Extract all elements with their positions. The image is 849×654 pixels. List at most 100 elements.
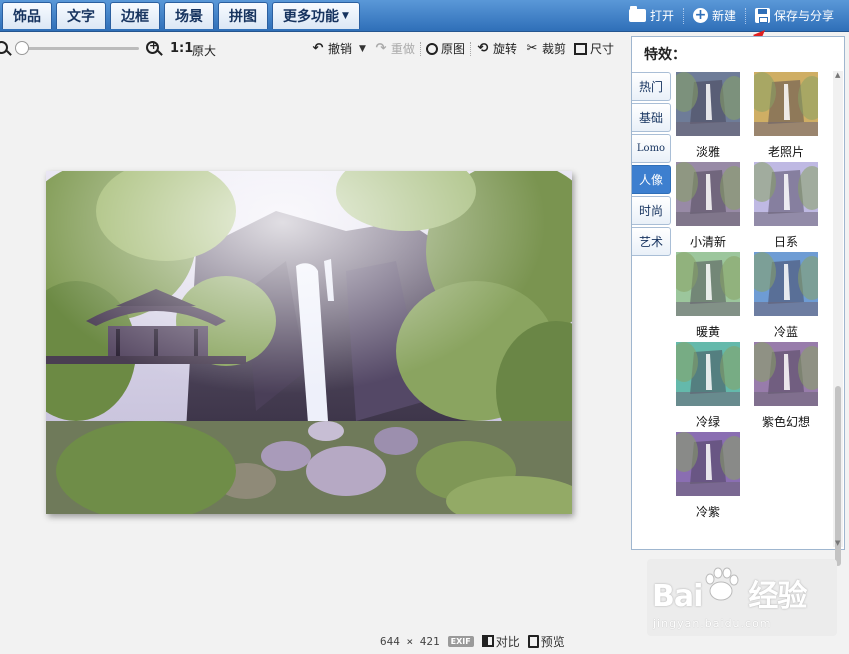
category-portrait[interactable]: 人像 — [632, 165, 671, 194]
tab-accessories[interactable]: 饰品 — [2, 2, 52, 29]
save-share-button[interactable]: 保存与分享 — [746, 7, 843, 24]
effect-thumbnail[interactable] — [754, 162, 818, 226]
effect-thumbnail[interactable] — [676, 72, 740, 136]
scroll-down-icon[interactable]: ▼ — [835, 539, 840, 547]
effect-label: 冷紫 — [695, 505, 720, 519]
edited-photo[interactable] — [46, 171, 572, 514]
main-tabs: 饰品 文字 边框 场景 拼图 更多功能 ▼ — [2, 2, 360, 29]
compare-icon — [481, 635, 494, 647]
redo-button[interactable]: ↷ 重做 — [370, 40, 419, 57]
effect-label: 日系 — [773, 235, 798, 249]
undo-button[interactable]: ↶ 撤销 ▼ — [307, 40, 370, 57]
effect-item[interactable]: 日系 — [751, 234, 821, 316]
effect-label: 冷蓝 — [773, 325, 798, 339]
category-hot[interactable]: 热门 — [632, 72, 671, 101]
category-art[interactable]: 艺术 — [632, 227, 671, 256]
effect-label: 冷绿 — [695, 415, 720, 429]
category-basic[interactable]: 基础 — [632, 103, 671, 132]
watermark-url: jingyan.baidu.com — [653, 617, 772, 630]
more-features-label: 更多功能 — [283, 9, 339, 25]
rotate-label: 旋转 — [492, 42, 517, 56]
effect-item[interactable]: 冷蓝 — [751, 324, 821, 406]
resize-button[interactable]: 尺寸 — [570, 40, 618, 57]
tab-text[interactable]: 文字 — [56, 2, 106, 29]
watermark-brand-a: Bai — [652, 579, 703, 614]
effect-item[interactable]: 小清新 — [673, 234, 743, 316]
effect-thumbnail[interactable] — [676, 162, 740, 226]
tab-more-features[interactable]: 更多功能 ▼ — [272, 2, 360, 29]
tab-collage[interactable]: 拼图 — [218, 2, 268, 29]
redo-label: 重做 — [390, 42, 415, 56]
zoom-in-icon[interactable] — [146, 39, 159, 54]
effect-thumbnail[interactable] — [754, 252, 818, 316]
save-icon — [754, 8, 770, 23]
crop-label: 裁剪 — [541, 42, 566, 56]
effect-item[interactable]: 冷绿 — [673, 414, 743, 496]
crop-button[interactable]: ✂ 裁剪 — [521, 40, 570, 57]
zoom-out-icon[interactable] — [0, 41, 8, 54]
effect-item[interactable]: 老照片 — [751, 144, 821, 226]
original-size-label[interactable]: 原大 — [192, 42, 216, 59]
effect-thumbnail[interactable] — [754, 72, 818, 136]
watermark-brand-b: 经验 — [748, 579, 807, 614]
waterfall-photo-image — [46, 171, 572, 514]
effects-list: 经典影楼蓝调淡雅 老照片小清新 日系暖黄 冷蓝冷绿 紫色幻想冷紫 — [673, 70, 833, 548]
preview-button[interactable]: 预览 — [527, 633, 565, 650]
compare-label: 对比 — [495, 634, 520, 649]
new-label: 新建 — [711, 9, 736, 23]
effect-item[interactable]: 冷紫 — [673, 504, 743, 520]
divider — [419, 41, 421, 56]
preview-label: 预览 — [540, 634, 565, 649]
image-width: 644 — [380, 634, 400, 648]
original-label: 原图 — [440, 42, 465, 56]
save-share-label: 保存与分享 — [773, 9, 834, 23]
file-actions: 打开 + 新建 保存与分享 — [620, 0, 843, 31]
effect-thumbnail[interactable] — [676, 252, 740, 316]
open-label: 打开 — [649, 9, 674, 23]
effect-label: 老照片 — [767, 145, 804, 159]
status-bar: 644 × 421 EXIF 对比 预览 — [380, 632, 565, 650]
undo-icon: ↶ — [312, 41, 324, 56]
top-nav-bar: 饰品 文字 边框 场景 拼图 更多功能 ▼ 打开 + 新建 保存与分享 — [0, 0, 849, 32]
effect-label: 淡雅 — [695, 145, 720, 159]
effect-item[interactable]: 暖黄 — [673, 324, 743, 406]
effects-panel: 特效： 热门 基础 Lomo 人像 时尚 艺术 经典影楼蓝调淡雅 老照片小清新 日系… — [631, 36, 845, 566]
category-fashion[interactable]: 时尚 — [632, 196, 671, 225]
exif-button[interactable]: EXIF — [447, 635, 474, 647]
edit-tools: ↶ 撤销 ▼ ↷ 重做 原图 ⟲ 旋转 ✂ 裁剪 尺寸 — [307, 40, 618, 57]
category-lomo[interactable]: Lomo — [632, 134, 671, 163]
effect-label: 紫色幻想 — [761, 415, 810, 429]
effect-categories: 热门 基础 Lomo 人像 时尚 艺术 — [632, 72, 672, 258]
redo-icon: ↷ — [375, 41, 387, 56]
scroll-up-icon[interactable]: ▲ — [835, 71, 840, 79]
edit-toolbar: 1:1 原大 ↶ 撤销 ▼ ↷ 重做 原图 ⟲ 旋转 ✂ 裁剪 尺寸 — [0, 32, 628, 66]
effect-item[interactable]: 淡雅 — [673, 144, 743, 226]
zoom-slider-track[interactable] — [17, 47, 139, 50]
original-button[interactable]: 原图 — [422, 40, 469, 57]
effect-thumbnail[interactable] — [754, 342, 818, 406]
effect-item[interactable]: 紫色幻想 — [751, 414, 821, 430]
effect-thumbnail[interactable] — [676, 432, 740, 496]
actual-size-button[interactable]: 1:1 — [170, 41, 193, 56]
open-button[interactable]: 打开 — [620, 6, 683, 24]
compare-button[interactable]: 对比 — [481, 633, 520, 650]
tab-scene[interactable]: 场景 — [164, 2, 214, 29]
zoom-slider-thumb[interactable] — [15, 41, 29, 55]
effect-label: 暖黄 — [695, 325, 720, 339]
rotate-icon: ⟲ — [477, 41, 489, 56]
panel-title: 特效： — [644, 47, 686, 63]
dimension-separator: × — [406, 634, 414, 648]
effects-scrollbar[interactable]: ▲ ▼ — [833, 71, 843, 566]
preview-icon — [527, 634, 539, 648]
rotate-button[interactable]: ⟲ 旋转 — [472, 40, 521, 57]
image-height: 421 — [419, 634, 440, 648]
effect-item[interactable]: 经典影楼 — [673, 70, 743, 136]
editor-canvas[interactable] — [0, 66, 628, 631]
tab-border[interactable]: 边框 — [110, 2, 160, 29]
effect-item[interactable]: 蓝调 — [751, 70, 821, 136]
divider — [469, 41, 471, 56]
undo-history-caret-icon[interactable]: ▼ — [359, 44, 366, 54]
new-button[interactable]: + 新建 — [684, 7, 745, 24]
resize-icon — [573, 42, 587, 55]
effect-thumbnail[interactable] — [676, 342, 740, 406]
